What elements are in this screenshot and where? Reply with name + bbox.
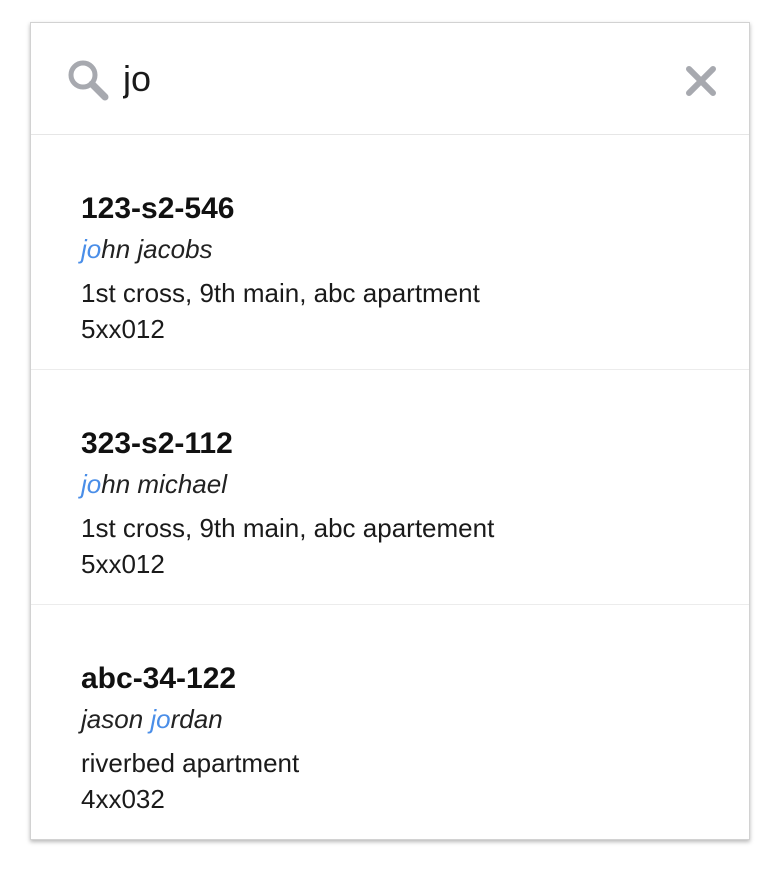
result-name: john michael <box>81 469 227 500</box>
result-address: 1st cross, 9th main, abc apartment <box>81 278 480 308</box>
search-icon <box>67 59 109 101</box>
list-item[interactable]: 323-s2-112 john michael 1st cross, 9th m… <box>31 370 749 605</box>
result-name: john jacobs <box>81 234 213 265</box>
result-id: 323-s2-112 <box>81 427 233 460</box>
list-item[interactable]: abc-34-122 jason jordan riverbed apartme… <box>31 605 749 840</box>
name-match-highlight: jo <box>150 704 171 734</box>
result-id: abc-34-122 <box>81 662 237 695</box>
result-address: riverbed apartment <box>81 748 300 778</box>
result-code: 5xx012 <box>81 314 165 344</box>
clear-search-button[interactable] <box>683 63 719 99</box>
result-code: 5xx012 <box>81 549 165 579</box>
name-suffix: rdan <box>170 704 223 734</box>
name-suffix: hn michael <box>101 469 227 499</box>
search-results-list: 123-s2-546 john jacobs 1st cross, 9th ma… <box>31 135 749 840</box>
result-id: 123-s2-546 <box>81 192 235 225</box>
close-icon[interactable] <box>683 63 719 99</box>
list-item[interactable]: 123-s2-546 john jacobs 1st cross, 9th ma… <box>31 135 749 370</box>
name-match-highlight: jo <box>81 469 102 499</box>
name-prefix: jason <box>81 704 151 734</box>
name-match-highlight: jo <box>81 234 102 264</box>
result-code: 4xx032 <box>81 784 165 814</box>
search-input[interactable] <box>123 53 663 105</box>
name-suffix: hn jacobs <box>101 234 213 264</box>
search-panel: 123-s2-546 john jacobs 1st cross, 9th ma… <box>30 22 750 840</box>
result-name: jason jordan <box>81 704 223 735</box>
search-bar <box>31 23 749 135</box>
result-address: 1st cross, 9th main, abc apartement <box>81 513 495 543</box>
